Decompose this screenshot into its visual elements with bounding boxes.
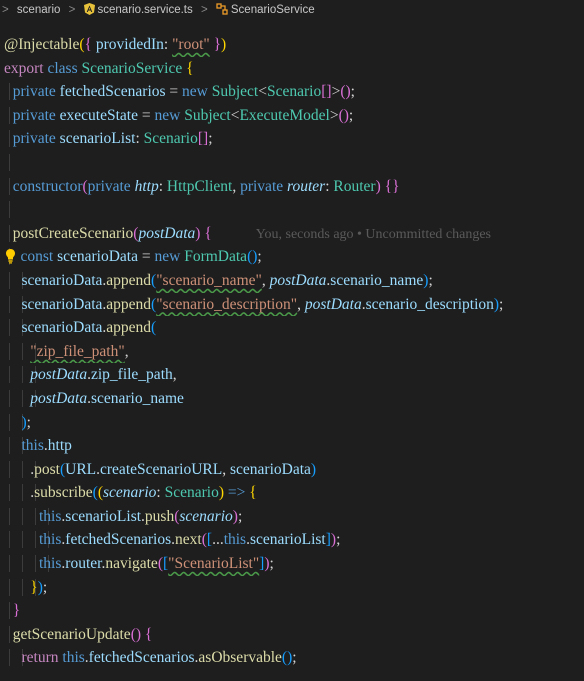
code-line (0, 198, 584, 222)
code-line: }); (0, 576, 584, 600)
code-line: constructor(private http: HttpClient, pr… (0, 175, 584, 199)
code-line: getScenarioUpdate() { (0, 623, 584, 647)
code-line: ); (0, 411, 584, 435)
class-symbol-icon (216, 3, 228, 15)
code-line: this.scenarioList.push(scenario); (0, 505, 584, 529)
code-line: scenarioData.append("scenario_descriptio… (0, 293, 584, 317)
code-line: const scenarioData = new FormData(); (0, 245, 584, 269)
git-blame-annotation: You, seconds ago • Uncommitted changes (255, 226, 492, 242)
code-line: private fetchedScenarios = new Subject<S… (0, 80, 584, 104)
breadcrumb-item-folder[interactable]: scenario (17, 0, 60, 20)
code-line: "zip_file_path", (0, 340, 584, 364)
code-line: this.http (0, 434, 584, 458)
code-line: private scenarioList: Scenario[]; (0, 127, 584, 151)
code-line: return this.fetchedScenarios.asObservabl… (0, 646, 584, 670)
code-line: private executeState = new Subject<Execu… (0, 104, 584, 128)
breadcrumb-item-symbol[interactable]: ScenarioService (216, 0, 315, 20)
lightbulb-icon[interactable] (5, 248, 16, 264)
code-editor[interactable]: @Injectable({ providedIn: "root" }) expo… (0, 20, 584, 670)
code-line: export class ScenarioService { (4, 59, 194, 77)
code-line: scenarioData.append( (0, 316, 584, 340)
code-line: this.router.navigate(["ScenarioList"]); (0, 552, 584, 576)
breadcrumb-file-label: scenario.service.ts (97, 4, 193, 16)
code-line: postData.scenario_name (0, 387, 584, 411)
angular-icon (83, 3, 95, 15)
code-line: postCreateScenario(postData) {You, secon… (0, 222, 584, 246)
breadcrumb-separator: > (200, 4, 208, 16)
code-line: .subscribe((scenario: Scenario) => { (0, 481, 584, 505)
breadcrumb: > scenario > scenario.service.ts > Scena… (0, 0, 584, 20)
code-line: postData.zip_file_path, (0, 363, 584, 387)
code-line: scenarioData.append("scenario_name", pos… (0, 269, 584, 293)
breadcrumb-symbol-label: ScenarioService (230, 4, 315, 16)
code-line (0, 151, 584, 175)
breadcrumb-separator: > (2, 4, 9, 16)
code-line: this.fetchedScenarios.next([...this.scen… (0, 528, 584, 552)
code-line: @Injectable({ providedIn: "root" }) (4, 36, 227, 53)
breadcrumb-item-file[interactable]: scenario.service.ts (83, 0, 193, 20)
code-line: } (0, 599, 584, 623)
breadcrumb-separator: > (68, 4, 76, 16)
code-line: .post(URL.createScenarioURL, scenarioDat… (0, 458, 584, 482)
